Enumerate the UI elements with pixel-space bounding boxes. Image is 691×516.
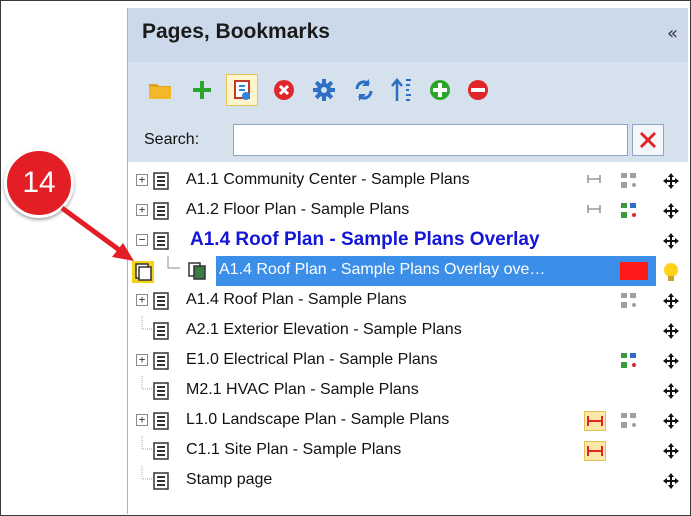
hierarchy-icon xyxy=(621,413,636,428)
settings-icon[interactable] xyxy=(308,74,340,106)
step-callout-badge: 14 xyxy=(4,148,74,218)
move-icon xyxy=(663,233,679,249)
move-icon xyxy=(663,323,679,339)
tree-item-label: E1.0 Electrical Plan - Sample Plans xyxy=(186,351,438,368)
clear-search-button[interactable] xyxy=(632,124,664,156)
move-icon xyxy=(663,173,679,189)
lightbulb-icon xyxy=(664,263,678,281)
collapse-toggle[interactable]: − xyxy=(136,234,148,246)
page-icon xyxy=(153,472,169,490)
panel-toolbar xyxy=(128,62,688,116)
move-icon xyxy=(663,383,679,399)
tree-item-label: A1.1 Community Center - Sample Plans xyxy=(186,171,470,188)
page-icon xyxy=(153,202,169,220)
tree-item-label: M2.1 HVAC Plan - Sample Plans xyxy=(186,381,419,398)
tree-item-label: L1.0 Landscape Plan - Sample Plans xyxy=(186,411,450,428)
tree-item-label: A1.4 Roof Plan - Sample Plans Overlay ov… xyxy=(219,261,546,278)
tree-item[interactable]: + A1.1 Community Center - Sample Plans xyxy=(128,166,688,196)
page-icon xyxy=(153,442,169,460)
expand-toggle[interactable]: + xyxy=(136,414,148,426)
page-overlay-icon[interactable] xyxy=(226,74,258,106)
tree-item[interactable]: − A1.4 Roof Plan - Sample Plans Overlay xyxy=(128,226,688,256)
move-icon xyxy=(663,473,679,489)
tree-item[interactable]: C1.1 Site Plan - Sample Plans xyxy=(128,436,688,466)
open-folder-icon[interactable] xyxy=(144,74,176,106)
tree-item-label: A1.4 Roof Plan - Sample Plans xyxy=(186,291,407,308)
overlay-icon xyxy=(132,261,154,283)
tree-connector-icon xyxy=(167,256,180,269)
tree-item-label: A1.2 Floor Plan - Sample Plans xyxy=(186,201,410,218)
page-icon xyxy=(153,322,169,340)
add-icon[interactable] xyxy=(186,74,218,106)
tree-connector-icon xyxy=(141,376,152,390)
search-input[interactable] xyxy=(233,124,628,156)
expand-toggle[interactable]: + xyxy=(136,174,148,186)
page-icon xyxy=(153,172,169,190)
search-label: Search: xyxy=(144,131,200,148)
collapse-panel-button[interactable]: « xyxy=(667,23,678,44)
tree-item[interactable]: + A1.4 Roof Plan - Sample Plans xyxy=(128,286,688,316)
tree-item[interactable]: M2.1 HVAC Plan - Sample Plans xyxy=(128,376,688,406)
tree-item-label: C1.1 Site Plan - Sample Plans xyxy=(186,441,402,458)
pages-icon xyxy=(188,262,206,280)
expand-all-icon[interactable] xyxy=(424,74,456,106)
expand-toggle[interactable]: + xyxy=(136,204,148,216)
hierarchy-icon xyxy=(621,173,636,188)
tree-item-label: A2.1 Exterior Elevation - Sample Plans xyxy=(186,321,462,338)
panel-title: Pages, Bookmarks xyxy=(142,20,330,43)
overlay-color-swatch[interactable] xyxy=(620,262,648,280)
sort-icon[interactable] xyxy=(386,74,418,106)
page-icon xyxy=(153,352,169,370)
expand-toggle[interactable]: + xyxy=(136,354,148,366)
page-icon xyxy=(153,412,169,430)
hierarchy-icon xyxy=(621,203,636,218)
hierarchy-icon xyxy=(621,293,636,308)
tree-connector-icon xyxy=(141,436,152,450)
collapse-all-icon[interactable] xyxy=(462,74,494,106)
move-icon xyxy=(663,443,679,459)
page-tree: + A1.1 Community Center - Sample Plans +… xyxy=(128,162,688,514)
refresh-icon[interactable] xyxy=(348,74,380,106)
tree-item[interactable]: A1.4 Roof Plan - Sample Plans Overlay ov… xyxy=(128,256,688,286)
delete-icon[interactable] xyxy=(268,74,300,106)
tree-item-label: A1.4 Roof Plan - Sample Plans Overlay xyxy=(190,229,540,250)
move-icon xyxy=(663,353,679,369)
move-icon xyxy=(663,413,679,429)
measurement-icon[interactable] xyxy=(584,411,606,431)
move-icon xyxy=(663,203,679,219)
measurement-icon xyxy=(587,205,601,213)
page-icon xyxy=(153,382,169,400)
pages-bookmarks-panel: Pages, Bookmarks « Search: + A1.1 Commun… xyxy=(127,8,688,514)
tree-connector-icon xyxy=(141,466,152,480)
tree-connector-icon xyxy=(141,316,152,330)
search-row: Search: xyxy=(128,116,688,162)
tree-item[interactable]: A2.1 Exterior Elevation - Sample Plans xyxy=(128,316,688,346)
page-icon xyxy=(153,292,169,310)
tree-item-label: Stamp page xyxy=(186,471,273,488)
measurement-icon xyxy=(587,175,601,183)
measurement-icon[interactable] xyxy=(584,441,606,461)
panel-header: Pages, Bookmarks « xyxy=(128,8,688,62)
page-icon xyxy=(153,232,169,250)
move-icon xyxy=(663,293,679,309)
tree-item[interactable]: + A1.2 Floor Plan - Sample Plans xyxy=(128,196,688,226)
expand-toggle[interactable]: + xyxy=(136,294,148,306)
clear-x-icon xyxy=(639,131,657,149)
hierarchy-icon xyxy=(621,353,636,368)
tree-item[interactable]: Stamp page xyxy=(128,466,688,496)
tree-item[interactable]: + L1.0 Landscape Plan - Sample Plans xyxy=(128,406,688,436)
tree-item[interactable]: + E1.0 Electrical Plan - Sample Plans xyxy=(128,346,688,376)
